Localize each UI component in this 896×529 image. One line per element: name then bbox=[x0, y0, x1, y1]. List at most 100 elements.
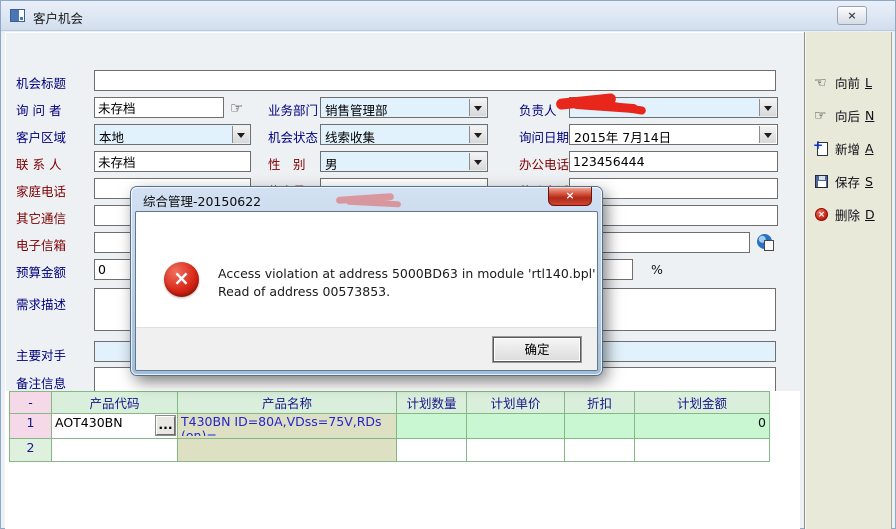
send-email-globe-icon[interactable] bbox=[757, 234, 772, 249]
error-message-line2: Read of address 00573853. bbox=[218, 283, 598, 301]
status-select[interactable]: 线索收集 bbox=[320, 124, 488, 145]
prev-button[interactable]: ☜ 向前 L bbox=[814, 73, 872, 92]
header-plan-qty: 计划数量 bbox=[397, 392, 467, 414]
delete-button[interactable]: × 删除 D bbox=[814, 205, 875, 224]
error-icon: × bbox=[164, 262, 199, 297]
header-plan-amount: 计划金额 bbox=[635, 392, 770, 414]
window-titlebar: 客户机会 × bbox=[1, 1, 895, 31]
product-table-area: - 产品代码 产品名称 计划数量 计划单价 折扣 计划金额 1 AOT430BN… bbox=[5, 391, 800, 529]
label-office-phone: 办公电话 bbox=[519, 154, 569, 173]
product-code-value: AOT430BN bbox=[55, 415, 123, 430]
label-other-comm: 其它通信 bbox=[16, 208, 66, 227]
save-label: 保存 bbox=[835, 172, 860, 191]
product-code-cell[interactable]: AOT430BN ... bbox=[52, 414, 178, 439]
header-plan-price: 计划单价 bbox=[467, 392, 565, 414]
label-inquirer: 询 问 者 bbox=[16, 100, 61, 119]
dialog-body: × Access violation at address 5000BD63 i… bbox=[135, 211, 598, 371]
owner-select[interactable] bbox=[569, 97, 778, 118]
plan-amount-cell[interactable]: 0 bbox=[635, 414, 770, 439]
plan-amount-cell[interactable] bbox=[635, 439, 770, 462]
delete-label: 删除 bbox=[835, 205, 860, 224]
product-name-cell[interactable]: T430BN ID=80A,VDss=75V,RDs(on)= 11.5mΩ,P… bbox=[178, 414, 397, 439]
chevron-down-icon[interactable] bbox=[469, 153, 486, 170]
title-input[interactable] bbox=[94, 70, 776, 91]
action-sidebar: ☜ 向前 L ☞ 向后 N + 新增 A 保存 S × 删除 D bbox=[804, 32, 892, 529]
error-message: Access violation at address 5000BD63 in … bbox=[218, 265, 598, 301]
label-department: 业务部门 bbox=[268, 100, 318, 119]
next-label: 向后 bbox=[835, 106, 860, 125]
inquirer-lookup-hand-icon[interactable]: ☞ bbox=[230, 99, 243, 117]
redaction-scribble bbox=[336, 193, 406, 207]
new-doc-icon: + bbox=[814, 141, 830, 157]
header-product-name: 产品名称 bbox=[178, 392, 397, 414]
product-code-cell[interactable] bbox=[52, 439, 178, 462]
label-inquiry-date: 询问日期 bbox=[519, 127, 569, 146]
window-close-icon[interactable]: × bbox=[837, 6, 867, 25]
gender-select[interactable]: 男 bbox=[320, 151, 488, 172]
label-owner: 负责人 bbox=[519, 100, 557, 119]
header-product-code: 产品代码 bbox=[52, 392, 178, 414]
label-gender: 性 别 bbox=[268, 154, 306, 173]
label-region: 客户区域 bbox=[16, 127, 66, 146]
opportunity-window: 客户机会 × 机会标题 询 问 者 客户区域 联 系 人 家庭电话 其它通信 电… bbox=[0, 0, 896, 529]
add-label: 新增 bbox=[835, 139, 860, 158]
chevron-down-icon[interactable] bbox=[759, 126, 776, 143]
add-key: A bbox=[865, 141, 874, 156]
table-row[interactable]: 1 AOT430BN ... T430BN ID=80A,VDss=75V,RD… bbox=[10, 414, 770, 439]
discount-cell[interactable] bbox=[565, 414, 635, 439]
label-title: 机会标题 bbox=[16, 73, 66, 92]
inquiry-date-value: 2015年 7月14日 bbox=[574, 127, 671, 146]
label-contact: 联 系 人 bbox=[16, 154, 61, 173]
label-budget: 预算金额 bbox=[16, 262, 66, 281]
plan-qty-cell[interactable] bbox=[397, 414, 467, 439]
chevron-down-icon[interactable] bbox=[469, 126, 486, 143]
inquiry-date-select[interactable]: 2015年 7月14日 bbox=[569, 124, 778, 145]
chevron-down-icon[interactable] bbox=[232, 126, 249, 143]
row-number: 1 bbox=[10, 414, 52, 439]
save-button[interactable]: 保存 S bbox=[814, 172, 873, 191]
label-email: 电子信箱 bbox=[16, 235, 66, 254]
error-message-line1: Access violation at address 5000BD63 in … bbox=[218, 265, 598, 283]
plan-price-cell[interactable] bbox=[467, 414, 565, 439]
region-select[interactable]: 本地 bbox=[94, 124, 251, 145]
window-title: 客户机会 bbox=[33, 8, 83, 27]
product-lookup-button[interactable]: ... bbox=[156, 416, 175, 435]
product-name-cell[interactable] bbox=[178, 439, 397, 462]
delete-key: D bbox=[865, 207, 875, 222]
header-discount: 折扣 bbox=[565, 392, 635, 414]
department-select[interactable]: 销售管理部 bbox=[320, 97, 488, 118]
product-name-line1: T430BN ID=80A,VDss=75V,RDs(on)= bbox=[181, 415, 393, 436]
region-value: 本地 bbox=[99, 127, 124, 146]
delete-icon: × bbox=[814, 207, 830, 223]
product-table: - 产品代码 产品名称 计划数量 计划单价 折扣 计划金额 1 AOT430BN… bbox=[9, 391, 770, 462]
dialog-close-icon[interactable]: × bbox=[548, 187, 592, 206]
next-button[interactable]: ☞ 向后 N bbox=[814, 106, 874, 125]
prev-key: L bbox=[865, 75, 872, 90]
dialog-title: 综合管理-20150622 bbox=[143, 191, 261, 210]
save-key: S bbox=[865, 174, 873, 189]
inquirer-input[interactable] bbox=[94, 97, 224, 118]
table-row[interactable]: 2 bbox=[10, 439, 770, 462]
label-status: 机会状态 bbox=[268, 127, 318, 146]
label-home-phone: 家庭电话 bbox=[16, 181, 66, 200]
error-dialog: 综合管理-20150622 × × Access violation at ad… bbox=[131, 187, 602, 375]
plan-price-cell[interactable] bbox=[467, 439, 565, 462]
ok-button[interactable]: 确定 bbox=[493, 337, 581, 362]
add-button[interactable]: + 新增 A bbox=[814, 139, 874, 158]
floppy-icon bbox=[814, 174, 830, 190]
contact-input[interactable] bbox=[94, 151, 251, 172]
plan-qty-cell[interactable] bbox=[397, 439, 467, 462]
header-indicator: - bbox=[10, 392, 52, 414]
discount-cell[interactable] bbox=[565, 439, 635, 462]
prev-label: 向前 bbox=[835, 73, 860, 92]
next-key: N bbox=[865, 108, 874, 123]
row-number: 2 bbox=[10, 439, 52, 462]
percent-suffix: % bbox=[651, 262, 663, 277]
chevron-down-icon[interactable] bbox=[469, 99, 486, 116]
office-phone-input[interactable] bbox=[569, 151, 778, 172]
hand-right-icon: ☞ bbox=[814, 108, 830, 124]
status-value: 线索收集 bbox=[325, 127, 375, 146]
gender-value: 男 bbox=[325, 154, 338, 173]
chevron-down-icon[interactable] bbox=[759, 99, 776, 116]
hand-left-icon: ☜ bbox=[814, 75, 830, 91]
